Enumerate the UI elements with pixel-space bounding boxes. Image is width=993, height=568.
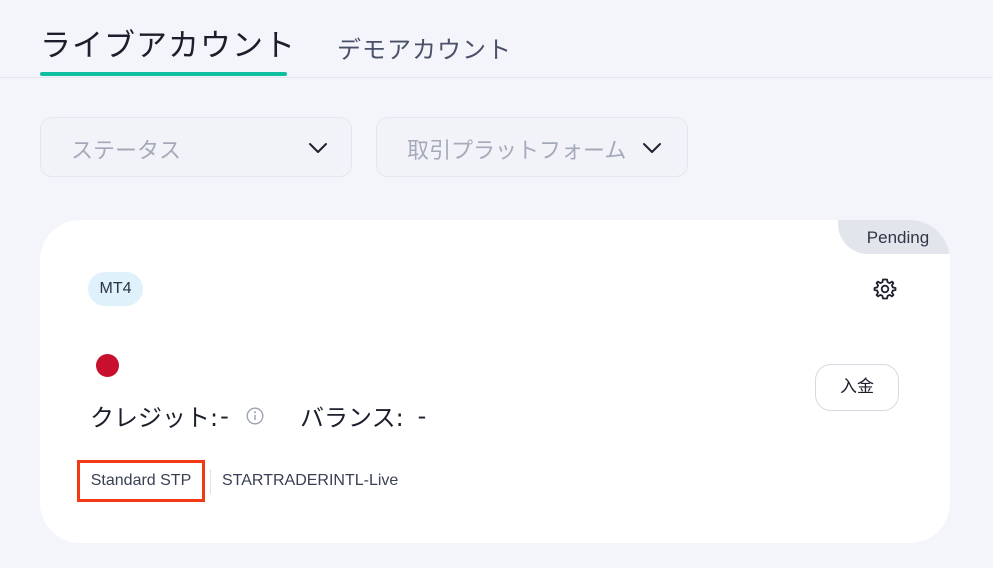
balance-label: バランス: [300, 404, 404, 432]
tab-demo-account[interactable]: デモアカウント [337, 30, 512, 65]
divider [210, 469, 211, 494]
platform-filter-label: 取引プラットフォーム [407, 139, 627, 164]
account-tabs: ライブアカウント デモアカウント [0, 0, 993, 78]
status-filter-dropdown[interactable]: ステータス [40, 117, 352, 177]
deposit-button[interactable]: 入金 [815, 364, 899, 411]
chevron-down-icon [643, 143, 661, 153]
chevron-down-icon [309, 143, 327, 153]
status-filter-label: ステータス [71, 139, 182, 164]
info-icon[interactable] [246, 407, 264, 425]
japan-flag-icon [96, 354, 119, 377]
active-tab-indicator [40, 72, 287, 76]
status-badge: Pending [838, 220, 950, 254]
gear-icon[interactable] [873, 277, 897, 301]
credit-value: - [220, 401, 229, 430]
balance-row: クレジット:- バランス: - [90, 398, 427, 433]
server-name: STARTRADERINTL-Live [222, 472, 399, 489]
tab-live-account[interactable]: ライブアカウント [40, 20, 296, 65]
account-type-label: Standard STP [77, 460, 205, 502]
account-card: Pending MT4 クレジット:- バランス: - 入金 Standard S… [40, 220, 950, 543]
platform-filter-dropdown[interactable]: 取引プラットフォーム [376, 117, 688, 177]
balance-value: - [417, 401, 427, 430]
credit-label: クレジット: [90, 404, 219, 432]
platform-chip: MT4 [88, 272, 143, 306]
